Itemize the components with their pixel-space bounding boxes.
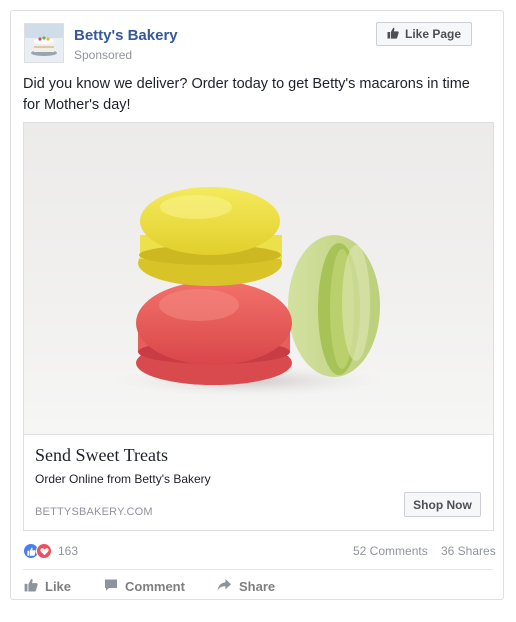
thumbs-up-icon	[24, 578, 38, 595]
like-button[interactable]: Like	[24, 577, 71, 595]
like-button-label: Like	[45, 578, 72, 594]
comment-button-label: Comment	[125, 578, 185, 594]
share-button-label: Share	[239, 578, 276, 594]
reaction-count: 163	[58, 544, 79, 558]
comment-button[interactable]: Comment	[104, 577, 185, 595]
macarons-photo[interactable]	[24, 123, 493, 434]
like-page-button[interactable]: Like Page	[376, 22, 472, 46]
share-button[interactable]: Share	[217, 577, 275, 595]
share-arrow-icon	[217, 578, 232, 595]
link-description: Order Online from Betty's Bakery	[35, 472, 211, 486]
sponsored-post-card: Betty's Bakery Sponsored Like Page Did y…	[10, 10, 504, 600]
comment-icon	[104, 578, 118, 595]
link-domain: BETTYSBAKERY.COM	[35, 506, 153, 518]
comments-count[interactable]: 52 Comments	[353, 544, 428, 558]
divider	[23, 569, 493, 570]
shares-count[interactable]: 36 Shares	[441, 544, 496, 558]
sponsored-label: Sponsored	[74, 48, 133, 62]
link-preview[interactable]: Send Sweet Treats Order Online from Bett…	[24, 434, 493, 530]
shop-now-button[interactable]: Shop Now	[404, 492, 481, 517]
reactions-summary[interactable]: 163	[23, 541, 78, 561]
post-text: Did you know we deliver? Order today to …	[23, 76, 470, 113]
page-name[interactable]: Betty's Bakery	[74, 27, 178, 44]
heart-icon	[36, 543, 52, 559]
page-avatar[interactable]	[24, 23, 64, 63]
link-attachment[interactable]: Send Sweet Treats Order Online from Bett…	[23, 122, 494, 531]
thumbs-up-icon	[387, 27, 399, 42]
link-title[interactable]: Send Sweet Treats	[35, 445, 168, 466]
like-page-label: Like Page	[404, 27, 462, 41]
